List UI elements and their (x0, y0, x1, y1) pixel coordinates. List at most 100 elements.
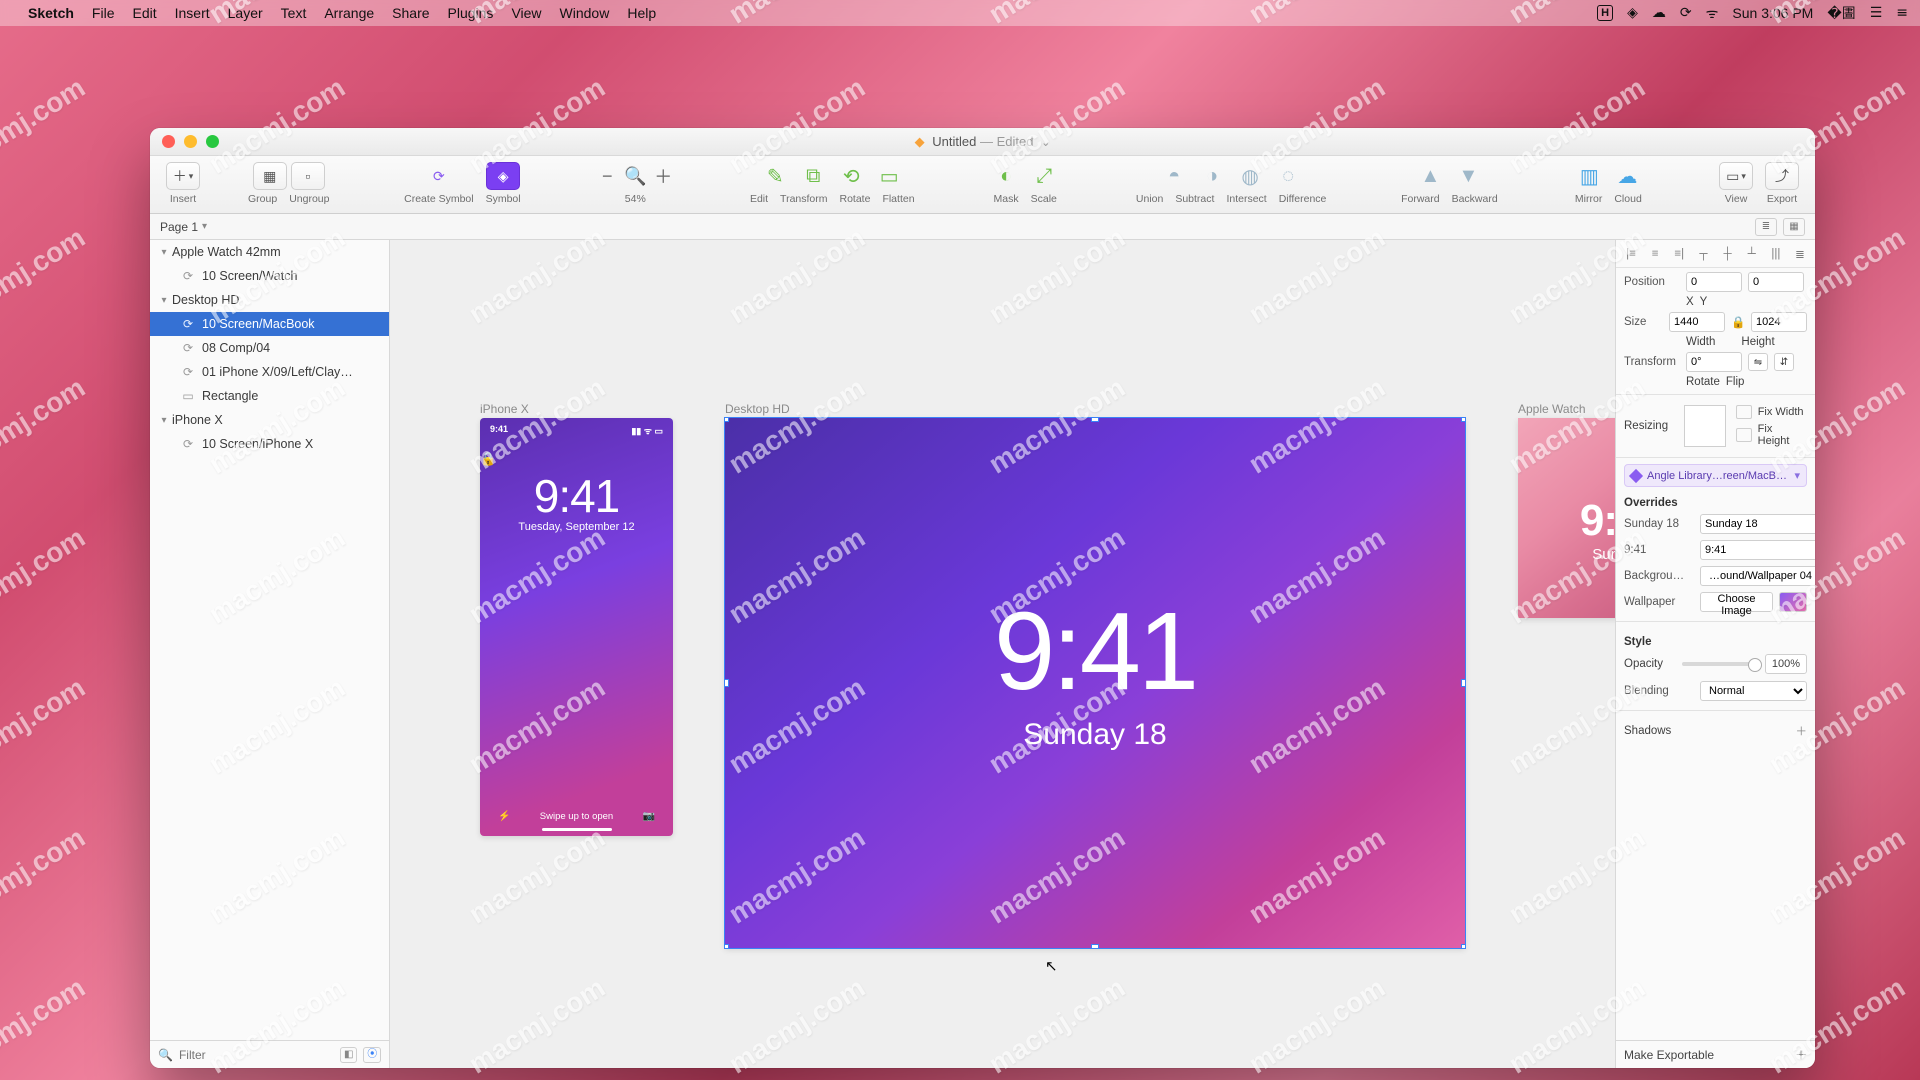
toolbar-export[interactable]: ⤴ Export (1765, 162, 1799, 205)
menu-clock[interactable]: Sun 3:06 PM (1732, 5, 1813, 21)
menu-text[interactable]: Text (281, 5, 307, 21)
distribute-v-button[interactable]: ≣ (1791, 245, 1809, 263)
selection-handle[interactable] (725, 679, 729, 687)
symbol-reference[interactable]: Angle Library…reen/MacBook ▾ (1624, 464, 1807, 487)
menu-window[interactable]: Window (560, 5, 610, 21)
layer-symbol-instance[interactable]: ⟳10 Screen/iPhone X (150, 432, 389, 456)
fix-height-toggle[interactable] (1736, 428, 1752, 442)
menu-file[interactable]: File (92, 5, 115, 21)
page-selector[interactable]: Page 1 ▾ ≣ ▦ (150, 214, 1815, 240)
notification-center-icon[interactable]: ≡ (1896, 5, 1908, 21)
align-bottom-button[interactable]: ┴ (1743, 245, 1761, 263)
zoom-magnifier-icon[interactable]: 🔍 (623, 162, 647, 190)
position-y-input[interactable] (1748, 272, 1804, 292)
size-lock-icon[interactable]: 🔒 (1731, 315, 1745, 329)
choose-image-button[interactable]: Choose Image (1700, 592, 1773, 612)
rotate-input[interactable] (1686, 352, 1742, 372)
artboard-label[interactable]: iPhone X (480, 402, 529, 416)
ungroup-button[interactable]: ▫ (291, 162, 325, 190)
union-button[interactable]: ◓ (1157, 162, 1191, 190)
layer-filter-input[interactable] (179, 1048, 334, 1062)
blending-select[interactable]: Normal (1700, 681, 1807, 701)
edit-button[interactable]: ✎ (758, 162, 792, 190)
component-view-toggle[interactable]: ▦ (1783, 218, 1805, 236)
transform-button[interactable]: ⧉ (796, 162, 830, 190)
rotate-button[interactable]: ⟲ (834, 162, 868, 190)
wallpaper-swatch[interactable] (1779, 592, 1807, 612)
layer-list-view-toggle[interactable]: ≣ (1755, 218, 1777, 236)
menu-plugins[interactable]: Plugins (448, 5, 494, 21)
position-x-input[interactable] (1686, 272, 1742, 292)
add-shadow-button[interactable]: ＋ (1796, 723, 1808, 739)
selection-handle[interactable] (725, 418, 729, 422)
fix-width-toggle[interactable] (1736, 405, 1752, 419)
align-left-button[interactable]: |≡ (1622, 245, 1640, 263)
filter-chip[interactable]: ◧ (340, 1047, 358, 1063)
mirror-button[interactable]: ▥ (1572, 162, 1606, 190)
layer-symbol-instance[interactable]: ⟳01 iPhone X/09/Left/Clay… (150, 360, 389, 384)
layer-shape[interactable]: ▭Rectangle (150, 384, 389, 408)
toolbar-create-symbol[interactable]: ⟳ Create Symbol (404, 162, 473, 205)
layer-artboard[interactable]: ▾Desktop HD (150, 288, 389, 312)
height-input[interactable] (1751, 312, 1807, 332)
layer-symbol-instance-selected[interactable]: ⟳10 Screen/MacBook (150, 312, 389, 336)
subtract-button[interactable]: ◑ (1195, 162, 1229, 190)
align-top-button[interactable]: ┬ (1694, 245, 1712, 263)
align-hcenter-button[interactable]: ≡ (1646, 245, 1664, 263)
override-background-select[interactable]: …ound/Wallpaper 04 (1700, 566, 1815, 586)
selection-handle[interactable] (1091, 944, 1099, 948)
artboard-desktop-selected[interactable]: 9:41 Sunday 18 (725, 418, 1465, 948)
override-time-input[interactable] (1700, 540, 1815, 560)
zoom-in-button[interactable]: ＋ (651, 162, 675, 190)
layer-artboard[interactable]: ▾iPhone X (150, 408, 389, 432)
menu-insert[interactable]: Insert (175, 5, 210, 21)
zoom-out-button[interactable]: − (595, 162, 619, 190)
menu-view[interactable]: View (511, 5, 541, 21)
width-input[interactable] (1669, 312, 1725, 332)
layer-artboard[interactable]: ▾Apple Watch 42mm (150, 240, 389, 264)
app-menu[interactable]: Sketch (28, 5, 74, 21)
zoom-value[interactable]: 54% (625, 193, 646, 205)
wifi-icon[interactable]: ᯤ (1706, 4, 1719, 23)
sync-icon[interactable]: ⟳ (1680, 5, 1692, 21)
menu-help[interactable]: Help (627, 5, 656, 21)
opacity-value[interactable]: 100% (1765, 654, 1807, 674)
mask-button[interactable]: ◐ (989, 162, 1023, 190)
backward-button[interactable]: ▼ (1451, 162, 1485, 190)
selection-handle[interactable] (725, 944, 729, 948)
add-export-button[interactable]: ＋ (1795, 1046, 1807, 1063)
resizing-preview[interactable] (1684, 405, 1726, 447)
toolbar-symbol[interactable]: ◈ Symbol (486, 162, 521, 205)
intersect-button[interactable]: ◍ (1233, 162, 1267, 190)
menu-arrange[interactable]: Arrange (324, 5, 374, 21)
menu-layer[interactable]: Layer (228, 5, 263, 21)
layer-symbol-instance[interactable]: ⟳08 Comp/04 (150, 336, 389, 360)
flip-h-button[interactable]: ⇋ (1748, 353, 1768, 371)
override-sunday-input[interactable] (1700, 514, 1815, 534)
group-button[interactable]: ▦ (253, 162, 287, 190)
user-badge[interactable]: H (1597, 5, 1613, 21)
artboard-iphone[interactable]: 9:41 ▮▮ ᯤ ▭ 🔒 9:41 Tuesday, September 12… (480, 418, 673, 836)
align-vcenter-button[interactable]: ┼ (1719, 245, 1737, 263)
align-right-button[interactable]: ≡| (1670, 245, 1688, 263)
dropbox-icon[interactable]: ◈ (1627, 5, 1638, 21)
make-exportable-row[interactable]: Make Exportable ＋ (1616, 1040, 1815, 1068)
flip-v-button[interactable]: ⇵ (1774, 353, 1794, 371)
menu-edit[interactable]: Edit (132, 5, 156, 21)
cloud-button[interactable]: ☁ (1610, 162, 1644, 190)
distribute-h-button[interactable]: ||| (1767, 245, 1785, 263)
difference-button[interactable]: ◌ (1271, 162, 1305, 190)
selection-handle[interactable] (1461, 418, 1465, 422)
scale-button[interactable]: ⤢ (1027, 162, 1061, 190)
artboard-watch[interactable]: 9:41 Sunday 18 (1518, 418, 1615, 618)
flatten-button[interactable]: ▭ (872, 162, 906, 190)
artboard-label[interactable]: Desktop HD (725, 402, 790, 416)
selection-handle[interactable] (1091, 418, 1099, 422)
opacity-slider[interactable] (1682, 662, 1757, 666)
selection-handle[interactable] (1461, 679, 1465, 687)
title-chevron-icon[interactable]: ⌄ (1041, 137, 1050, 149)
toolbar-view[interactable]: ▭▾ View (1719, 162, 1753, 205)
menu-share[interactable]: Share (392, 5, 429, 21)
selection-handle[interactable] (1461, 944, 1465, 948)
canvas[interactable]: iPhone X 9:41 ▮▮ ᯤ ▭ 🔒 9:41 Tuesday, Sep… (390, 240, 1615, 1068)
